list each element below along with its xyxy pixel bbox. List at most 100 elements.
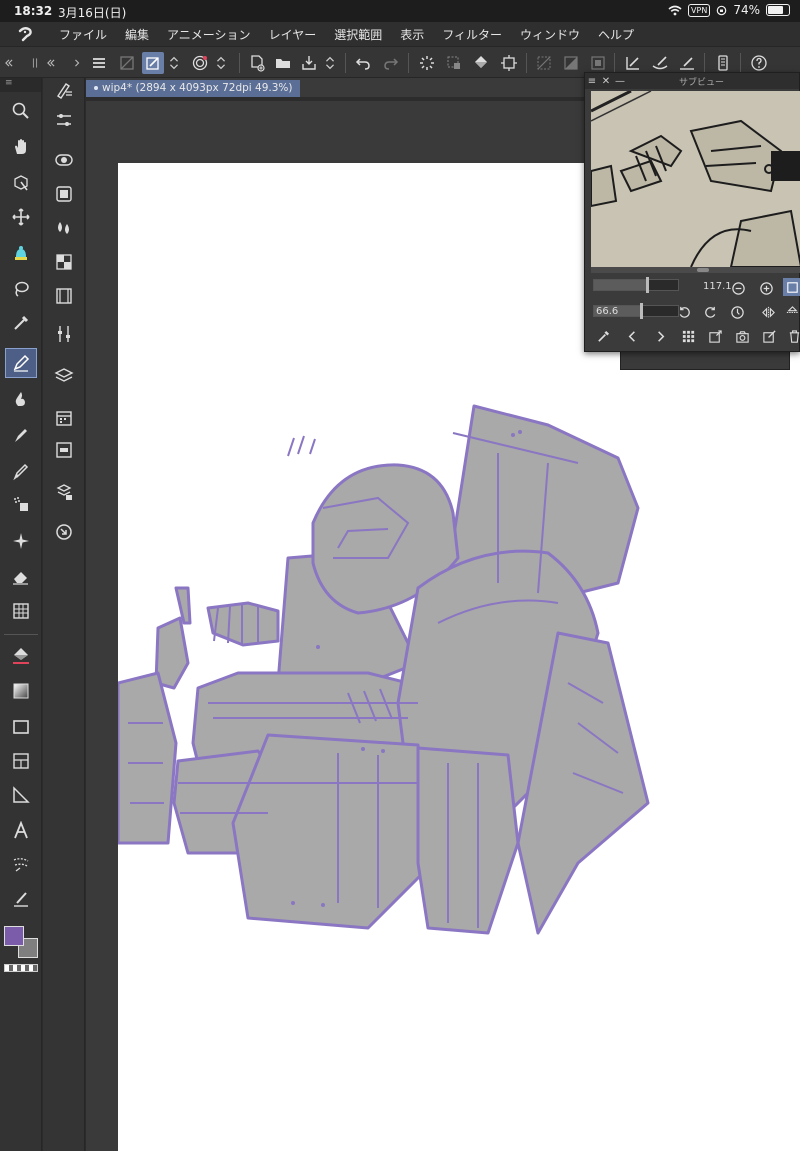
decoration-icon[interactable] [5, 490, 37, 520]
zoom-icon[interactable] [5, 96, 37, 126]
invert-selection-icon[interactable] [560, 52, 582, 74]
edge-keyboard-icon[interactable] [712, 52, 734, 74]
zoom-slider[interactable] [593, 277, 679, 293]
next-image-icon[interactable] [651, 327, 669, 345]
panel-grip-icon[interactable] [28, 52, 42, 74]
redo-icon[interactable] [380, 52, 402, 74]
image-grid-icon[interactable] [679, 327, 697, 345]
layer-property-icon[interactable] [52, 322, 76, 346]
material-icon[interactable] [52, 480, 76, 504]
brush-icon[interactable] [5, 420, 37, 450]
main-color-swatch[interactable] [4, 926, 24, 946]
delete-icon[interactable] [785, 327, 800, 345]
save-icon[interactable] [298, 52, 320, 74]
history-icon[interactable] [52, 520, 76, 544]
tool-property-sliders-icon[interactable] [52, 108, 76, 132]
reference-image[interactable] [591, 91, 800, 267]
rotate-slider-thumb[interactable] [640, 303, 643, 319]
ruler-snap-icon[interactable] [622, 52, 644, 74]
brush-size-icon[interactable] [52, 148, 76, 172]
gradient-tool-icon[interactable] [5, 676, 37, 706]
scroll-knob[interactable] [697, 268, 709, 272]
selection-crop-icon[interactable] [443, 52, 465, 74]
menu-file[interactable]: ファイル [50, 26, 116, 43]
move-layer-icon[interactable] [5, 202, 37, 232]
hamburger-menu-icon[interactable] [88, 52, 110, 74]
edit-image-icon[interactable] [760, 327, 778, 345]
snap-grid-icon[interactable] [676, 52, 698, 74]
help-icon[interactable] [748, 52, 770, 74]
sparkle-effect-icon[interactable] [5, 526, 37, 556]
chevron-updown-icon[interactable] [213, 52, 229, 74]
figure-rectangle-icon[interactable] [5, 712, 37, 742]
deselect-icon[interactable] [533, 52, 555, 74]
previous-image-icon[interactable] [623, 327, 641, 345]
fill-tool-icon[interactable] [5, 640, 37, 670]
new-document-icon[interactable] [246, 52, 268, 74]
menu-view[interactable]: 表示 [391, 26, 433, 43]
menu-window[interactable]: ウィンドウ [511, 26, 589, 43]
menu-animation[interactable]: アニメーション [158, 26, 260, 43]
rotate-left-icon[interactable] [675, 303, 693, 321]
hand-icon[interactable] [5, 132, 37, 162]
lasso-icon[interactable] [5, 274, 37, 304]
eraser-icon[interactable] [5, 562, 37, 592]
panel-menu-icon[interactable]: ≡ [585, 76, 599, 87]
flip-horizontal-icon[interactable] [759, 303, 777, 321]
zoom-slider-thumb[interactable] [646, 277, 649, 293]
calendar-icon[interactable] [52, 406, 76, 430]
snap-special-ruler-icon[interactable] [649, 52, 671, 74]
reset-rotation-icon[interactable] [728, 303, 746, 321]
document-tab[interactable]: wip4* (2894 x 4093px 72dpi 49.3%) [86, 80, 301, 97]
close-icon[interactable]: ✕ [599, 76, 613, 87]
balloon-tool-icon[interactable] [5, 850, 37, 880]
zoom-out-icon[interactable] [729, 279, 747, 297]
transform-icon[interactable] [498, 52, 520, 74]
open-folder-icon[interactable] [272, 52, 294, 74]
chevron-updown-icon[interactable] [166, 52, 182, 74]
undo-icon[interactable] [352, 52, 374, 74]
panel-menu-icon[interactable]: ≡ [0, 78, 41, 92]
expand-selection-icon[interactable] [587, 52, 609, 74]
object-select-icon[interactable] [5, 168, 37, 198]
collapse-left-icon[interactable] [2, 52, 16, 74]
auto-select-icon[interactable] [5, 238, 37, 268]
zoom-in-icon[interactable] [757, 279, 775, 297]
layers-icon[interactable] [52, 364, 76, 388]
correction-layer-icon[interactable] [142, 52, 164, 74]
fit-to-view-icon[interactable] [783, 278, 800, 296]
color-wheel-icon[interactable] [52, 182, 76, 206]
pencil-icon[interactable] [5, 384, 37, 414]
color-drops-icon[interactable] [52, 216, 76, 240]
timeline-film-icon[interactable] [52, 284, 76, 308]
text-tool-icon[interactable] [5, 816, 37, 846]
eyedropper-icon[interactable] [594, 327, 612, 345]
menu-layer[interactable]: レイヤー [260, 26, 326, 43]
airbrush-icon[interactable] [5, 456, 37, 486]
app-logo-icon[interactable] [0, 26, 50, 42]
ruler-tool-icon[interactable] [5, 780, 37, 810]
fill-bucket-icon[interactable] [470, 52, 492, 74]
pen-icon[interactable] [5, 348, 37, 378]
minimize-icon[interactable]: — [613, 76, 627, 87]
navigator-icon[interactable] [52, 438, 76, 462]
frame-border-icon[interactable] [5, 746, 37, 776]
spiral-stabilizer-icon[interactable] [189, 52, 211, 74]
expand-right-icon[interactable] [70, 52, 84, 74]
flip-vertical-icon[interactable] [783, 303, 800, 321]
rotate-right-icon[interactable] [701, 303, 719, 321]
blend-icon[interactable] [5, 596, 37, 626]
correct-line-icon[interactable] [5, 884, 37, 914]
import-image-icon[interactable] [706, 327, 724, 345]
menu-filter[interactable]: フィルター [433, 26, 511, 43]
menu-selection[interactable]: 選択範囲 [325, 26, 391, 43]
chevron-updown-icon[interactable] [322, 52, 338, 74]
loading-spinner-icon[interactable] [416, 52, 438, 74]
gradient-map-icon[interactable] [116, 52, 138, 74]
camera-icon[interactable] [733, 327, 751, 345]
menu-help[interactable]: ヘルプ [589, 26, 643, 43]
transparent-color-swatch[interactable] [4, 964, 38, 972]
collapse-left-icon[interactable] [44, 52, 58, 74]
menu-edit[interactable]: 編集 [116, 26, 158, 43]
sub-tool-pen-icon[interactable] [52, 78, 76, 102]
